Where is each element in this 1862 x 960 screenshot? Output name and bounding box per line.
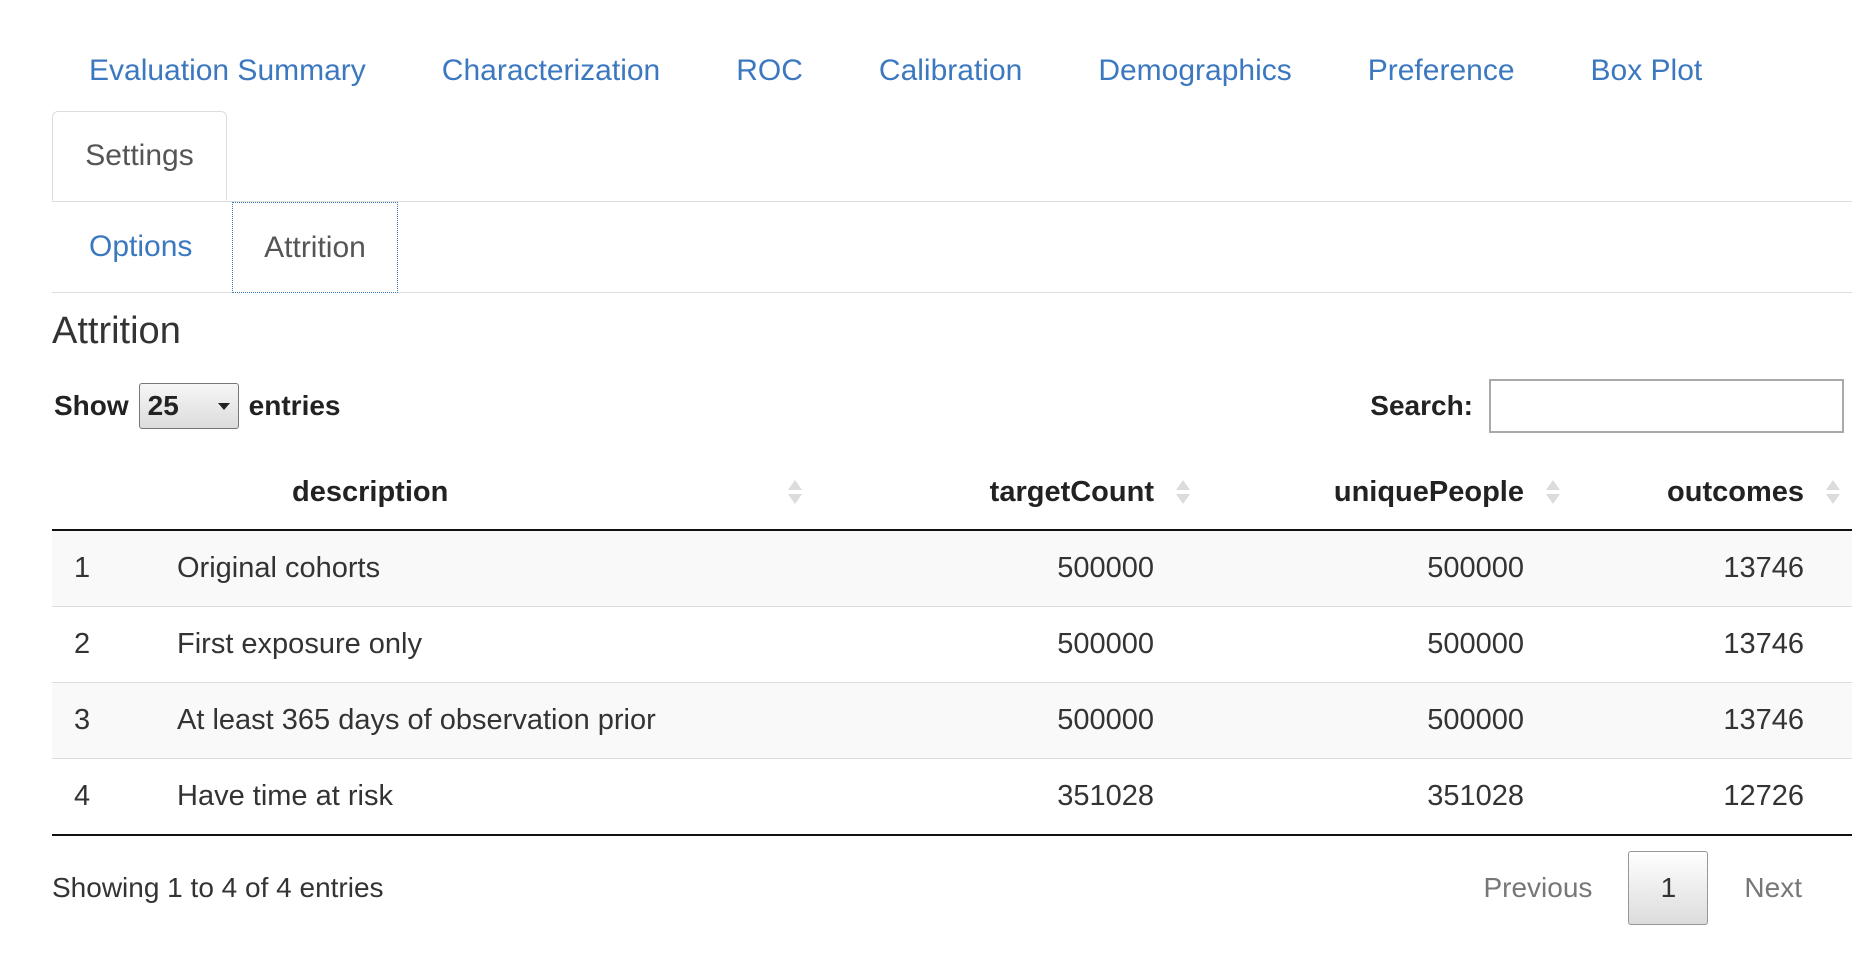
sort-icon xyxy=(1826,479,1840,505)
chevron-down-icon xyxy=(217,402,230,410)
tab-box-plot[interactable]: Box Plot xyxy=(1553,54,1741,88)
search-control: Search: xyxy=(1370,378,1844,434)
table-info: Showing 1 to 4 of 4 entries xyxy=(52,872,384,903)
row-outcomes: 13746 xyxy=(1572,530,1852,607)
table-header-row: description targetCount uniquePeople out… xyxy=(52,455,1852,531)
row-uniquepeople: 500000 xyxy=(1202,530,1572,607)
sub-tabs: Options Attrition xyxy=(52,202,1852,293)
table-row: 2 First exposure only 500000 500000 1374… xyxy=(52,606,1852,683)
row-index: 3 xyxy=(52,682,152,759)
table-row: 1 Original cohorts 500000 500000 13746 xyxy=(52,530,1852,607)
row-targetcount: 500000 xyxy=(832,530,1202,607)
table-row: 3 At least 365 days of observation prior… xyxy=(52,682,1852,759)
page: Evaluation Summary Characterization ROC … xyxy=(0,0,1862,960)
column-header-targetcount[interactable]: targetCount xyxy=(832,455,1202,531)
sort-icon xyxy=(1176,479,1190,505)
attrition-table: description targetCount uniquePeople out… xyxy=(52,455,1852,836)
tab-characterization[interactable]: Characterization xyxy=(404,54,698,88)
row-outcomes: 12726 xyxy=(1572,758,1852,836)
search-label: Search: xyxy=(1370,390,1473,421)
tab-options[interactable]: Options xyxy=(89,202,192,292)
table-row: 4 Have time at risk 351028 351028 12726 xyxy=(52,758,1852,836)
row-targetcount: 500000 xyxy=(832,682,1202,759)
column-header-uniquepeople[interactable]: uniquePeople xyxy=(1202,455,1572,531)
search-input[interactable] xyxy=(1489,379,1844,433)
row-outcomes: 13746 xyxy=(1572,606,1852,683)
row-targetcount: 500000 xyxy=(832,606,1202,683)
column-header-index xyxy=(52,455,152,531)
section-title: Attrition xyxy=(52,310,181,352)
tab-attrition[interactable]: Attrition xyxy=(232,202,398,293)
row-uniquepeople: 500000 xyxy=(1202,682,1572,759)
row-description: Have time at risk xyxy=(152,758,832,836)
next-button[interactable]: Next xyxy=(1714,872,1832,904)
tab-demographics[interactable]: Demographics xyxy=(1060,54,1329,88)
sort-icon xyxy=(1546,479,1560,505)
previous-button[interactable]: Previous xyxy=(1453,872,1622,904)
tab-settings[interactable]: Settings xyxy=(52,111,227,201)
row-index: 4 xyxy=(52,758,152,836)
column-header-label: description xyxy=(292,475,449,508)
main-tab-row: Evaluation Summary Characterization ROC … xyxy=(52,46,1740,96)
length-prefix-label: Show xyxy=(54,390,129,421)
page-length-select[interactable]: 25 xyxy=(138,383,239,429)
page-length-value: 25 xyxy=(147,390,179,421)
column-header-outcomes[interactable]: outcomes xyxy=(1572,455,1852,531)
row-index: 1 xyxy=(52,530,152,607)
row-uniquepeople: 351028 xyxy=(1202,758,1572,836)
column-header-label: outcomes xyxy=(1667,475,1804,508)
tab-calibration[interactable]: Calibration xyxy=(841,54,1060,88)
tab-evaluation-summary[interactable]: Evaluation Summary xyxy=(52,54,404,88)
page-1-button[interactable]: 1 xyxy=(1628,851,1709,925)
column-header-label: uniquePeople xyxy=(1333,475,1524,508)
pagination: Previous 1 Next xyxy=(1453,850,1832,926)
main-tabs: Evaluation Summary Characterization ROC … xyxy=(52,0,1852,202)
row-description: At least 365 days of observation prior xyxy=(152,682,832,759)
row-description: Original cohorts xyxy=(152,530,832,607)
sort-icon xyxy=(788,479,802,505)
row-outcomes: 13746 xyxy=(1572,682,1852,759)
tab-preference[interactable]: Preference xyxy=(1330,54,1553,88)
column-header-label: targetCount xyxy=(989,475,1154,508)
row-description: First exposure only xyxy=(152,606,832,683)
row-targetcount: 351028 xyxy=(832,758,1202,836)
row-uniquepeople: 500000 xyxy=(1202,606,1572,683)
length-control: Show 25 entries xyxy=(54,382,341,430)
row-index: 2 xyxy=(52,606,152,683)
length-suffix-label: entries xyxy=(248,390,341,421)
tab-roc[interactable]: ROC xyxy=(698,54,841,88)
column-header-description[interactable]: description xyxy=(152,455,832,531)
